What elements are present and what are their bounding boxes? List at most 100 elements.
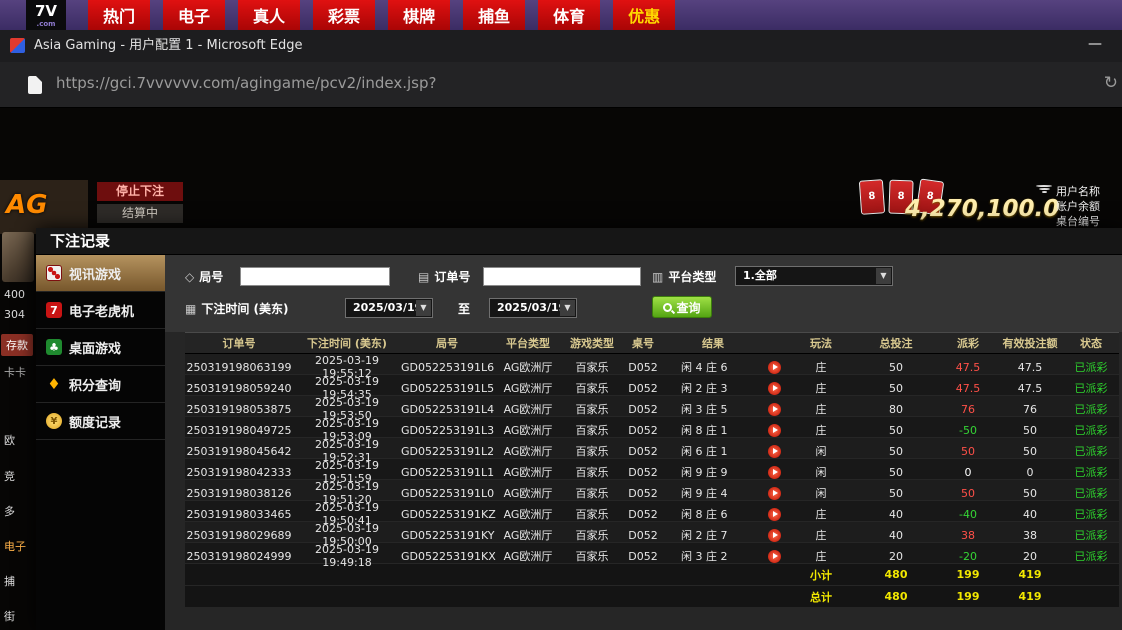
cell-order: 250319198024999 bbox=[185, 550, 293, 563]
cell-round: GD052253191L6 bbox=[401, 361, 493, 374]
platform-type-select[interactable]: 1.全部 ▼ bbox=[735, 266, 893, 286]
round-number-input[interactable] bbox=[240, 267, 390, 286]
calendar-icon: ▦ bbox=[185, 302, 196, 316]
sidebar-item[interactable]: 桌面游戏 bbox=[36, 329, 165, 366]
table-row: 2503191980497252025-03-19 19:53:09GD0522… bbox=[185, 417, 1119, 438]
play-icon[interactable] bbox=[768, 361, 781, 374]
cell-platform: AG欧洲厅 bbox=[493, 548, 563, 564]
result-text: 闲 3 庄 5 bbox=[681, 401, 728, 417]
date-from-select[interactable]: 2025/03/19 ▼ bbox=[345, 298, 433, 318]
nav-item[interactable]: 彩票 bbox=[313, 0, 375, 30]
cell-valid: 0 bbox=[997, 466, 1063, 479]
nav-item[interactable]: 热门 bbox=[88, 0, 150, 30]
cell-status: 已派彩 bbox=[1063, 527, 1119, 543]
play-icon[interactable] bbox=[768, 445, 781, 458]
cell-payout: -40 bbox=[939, 508, 997, 521]
cell-platform: AG欧洲厅 bbox=[493, 506, 563, 522]
date-to-select[interactable]: 2025/03/19 ▼ bbox=[489, 298, 577, 318]
cell-status: 已派彩 bbox=[1063, 380, 1119, 396]
cell-game: 百家乐 bbox=[563, 506, 621, 522]
cell-table: D052 bbox=[621, 361, 665, 374]
cell-status: 已派彩 bbox=[1063, 443, 1119, 459]
total-valid: 419 bbox=[997, 590, 1063, 603]
sidebar-item-label: 电子老虎机 bbox=[69, 301, 134, 320]
page-icon bbox=[28, 76, 42, 94]
site-logo-sub: .com bbox=[26, 22, 66, 26]
cell-order: 250319198033465 bbox=[185, 508, 293, 521]
bet-time-label: ▦ 下注时间 (美东) bbox=[185, 300, 289, 317]
cell-platform: AG欧洲厅 bbox=[493, 464, 563, 480]
play-icon[interactable] bbox=[768, 424, 781, 437]
modal-main: ◇ 局号 ▤ 订单号 ▥ 平台类型 1.全部 ▼ bbox=[165, 255, 1122, 630]
column-header: 总投注 bbox=[853, 335, 939, 351]
nav-item[interactable]: 优惠 bbox=[613, 0, 675, 30]
cell-play: 庄 bbox=[789, 380, 853, 396]
play-icon[interactable] bbox=[768, 550, 781, 563]
nav-item[interactable]: 棋牌 bbox=[388, 0, 450, 30]
cell-platform: AG欧洲厅 bbox=[493, 359, 563, 375]
bg-user-info: 用户名称账户余额桌台编号 bbox=[1056, 184, 1122, 229]
cell-order: 250319198042333 bbox=[185, 466, 293, 479]
table-row: 2503191980381262025-03-19 19:51:20GD0522… bbox=[185, 480, 1119, 501]
column-header: 局号 bbox=[401, 335, 493, 351]
total-label: 总计 bbox=[789, 589, 853, 605]
table-row: 2503191980538752025-03-19 19:53:50GD0522… bbox=[185, 396, 1119, 417]
search-button[interactable]: 查询 bbox=[652, 296, 712, 318]
cell-valid: 50 bbox=[997, 445, 1063, 458]
result-text: 闲 2 庄 3 bbox=[681, 380, 728, 396]
lobby-menu-item: 街 bbox=[4, 608, 15, 624]
chevron-down-icon: ▼ bbox=[416, 300, 431, 316]
minimize-button[interactable]: — bbox=[1078, 30, 1112, 62]
lobby-menu-item: 多 bbox=[4, 503, 15, 519]
reload-icon[interactable]: ↻ bbox=[1104, 73, 1118, 93]
play-icon[interactable] bbox=[768, 487, 781, 500]
dice-icon bbox=[46, 265, 62, 281]
cell-round: GD052253191KY bbox=[401, 529, 493, 542]
cell-result: 闲 4 庄 6 bbox=[665, 359, 789, 375]
cell-table: D052 bbox=[621, 382, 665, 395]
lobby-left-strip: 400304存款卡卡欧竞多电子捕街 bbox=[0, 232, 36, 630]
cell-payout: 50 bbox=[939, 445, 997, 458]
play-icon[interactable] bbox=[768, 466, 781, 479]
sidebar-item-label: 额度记录 bbox=[69, 412, 121, 431]
lobby-menu-item: 电子 bbox=[4, 538, 26, 554]
site-logo[interactable]: 7V .com bbox=[26, 0, 66, 30]
play-icon[interactable] bbox=[768, 382, 781, 395]
nav-item[interactable]: 体育 bbox=[538, 0, 600, 30]
cell-status: 已派彩 bbox=[1063, 359, 1119, 375]
sidebar-item[interactable]: 视讯游戏 bbox=[36, 255, 165, 292]
cell-valid: 20 bbox=[997, 550, 1063, 563]
column-header: 派彩 bbox=[939, 335, 997, 351]
cell-table: D052 bbox=[621, 424, 665, 437]
cell-bet: 50 bbox=[853, 361, 939, 374]
cell-play: 庄 bbox=[789, 527, 853, 543]
play-icon[interactable] bbox=[768, 403, 781, 416]
lobby-menu-item: 卡卡 bbox=[4, 364, 26, 380]
sidebar-item[interactable]: 电子老虎机 bbox=[36, 292, 165, 329]
play-icon[interactable] bbox=[768, 529, 781, 542]
nav-item[interactable]: 捕鱼 bbox=[463, 0, 525, 30]
cell-table: D052 bbox=[621, 466, 665, 479]
result-text: 闲 9 庄 4 bbox=[681, 485, 728, 501]
sidebar-item-label: 视讯游戏 bbox=[69, 264, 121, 283]
cell-status: 已派彩 bbox=[1063, 401, 1119, 417]
nav-item[interactable]: 电子 bbox=[163, 0, 225, 30]
window-title: Asia Gaming - 用户配置 1 - Microsoft Edge bbox=[34, 30, 303, 62]
cell-game: 百家乐 bbox=[563, 401, 621, 417]
order-number-input[interactable] bbox=[483, 267, 641, 286]
subtotal-bet: 480 bbox=[853, 568, 939, 581]
column-header: 桌号 bbox=[621, 335, 665, 351]
ag-logo: AG bbox=[6, 190, 47, 220]
address-input[interactable]: https://gci.7vvvvvv.com/agingame/pcv2/in… bbox=[56, 74, 436, 92]
sidebar-item[interactable]: 额度记录 bbox=[36, 403, 165, 440]
site-logo-text: 7V bbox=[35, 2, 57, 20]
play-icon[interactable] bbox=[768, 508, 781, 521]
nav-item[interactable]: 真人 bbox=[238, 0, 300, 30]
result-text: 闲 2 庄 7 bbox=[681, 527, 728, 543]
column-header: 玩法 bbox=[789, 335, 853, 351]
cell-round: GD052253191L3 bbox=[401, 424, 493, 437]
cell-play: 闲 bbox=[789, 464, 853, 480]
result-text: 闲 9 庄 9 bbox=[681, 464, 728, 480]
cell-play: 庄 bbox=[789, 548, 853, 564]
sidebar-item[interactable]: 积分查询 bbox=[36, 366, 165, 403]
